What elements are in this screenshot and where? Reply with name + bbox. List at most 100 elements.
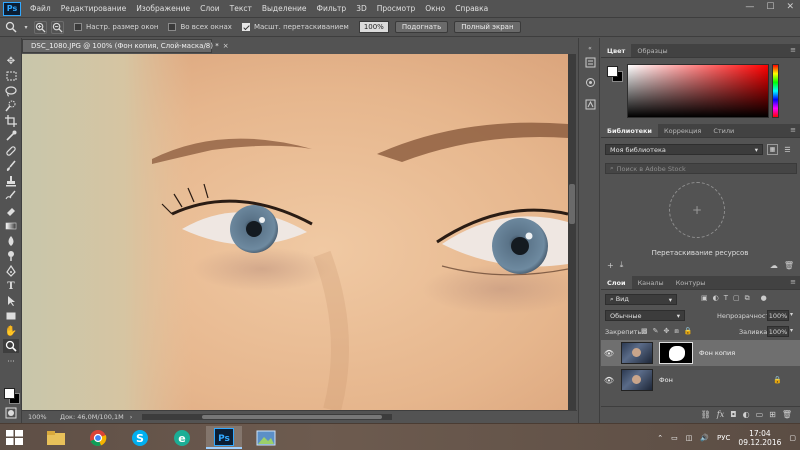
properties-panel-icon[interactable]: [584, 76, 596, 88]
layer-row[interactable]: 👁 Фон копия: [601, 340, 800, 366]
scrollbar-thumb[interactable]: [569, 184, 575, 224]
filter-toggle-icon[interactable]: ●: [761, 294, 767, 303]
checkbox-box-checked[interactable]: [241, 23, 250, 31]
photoshop-taskbar-icon[interactable]: Ps: [206, 426, 242, 449]
scrollbar-thumb[interactable]: [202, 414, 383, 419]
tab-libraries[interactable]: Библиотеки: [601, 124, 658, 137]
pixel-filter-icon[interactable]: ▣: [701, 294, 708, 303]
pen-tool-icon[interactable]: [3, 264, 19, 278]
language-indicator[interactable]: РУС: [717, 434, 730, 442]
layer-name[interactable]: Фон: [659, 376, 673, 384]
fit-screen-button[interactable]: Подогнать: [394, 21, 449, 33]
document-tab[interactable]: DSC_1080.JPG @ 100% (Фон копия, Слой-мас…: [22, 39, 229, 53]
zoom-in-icon[interactable]: [34, 20, 47, 34]
library-drop-zone[interactable]: +: [669, 182, 725, 238]
layer-thumbnail[interactable]: [621, 342, 653, 364]
link-layers-icon[interactable]: ⛓: [701, 410, 711, 419]
cloud-sync-icon[interactable]: ☁: [770, 261, 778, 270]
tab-layers[interactable]: Слои: [601, 276, 632, 289]
lock-image-icon[interactable]: ✎: [653, 327, 659, 336]
smart-object-filter-icon[interactable]: ⧉: [745, 294, 750, 303]
type-filter-icon[interactable]: T: [724, 294, 728, 303]
chevron-up-icon[interactable]: ⌃: [657, 434, 663, 442]
layer-thumbnail[interactable]: [621, 369, 653, 391]
chevron-down-icon[interactable]: ▾: [790, 327, 793, 334]
move-tool-icon[interactable]: ✥: [3, 54, 19, 68]
eye-icon[interactable]: 👁: [601, 376, 617, 385]
menu-edit[interactable]: Редактирование: [56, 4, 131, 13]
zoom-out-icon[interactable]: [51, 20, 64, 34]
path-selection-tool-icon[interactable]: [3, 294, 19, 308]
opacity-field[interactable]: 100%: [767, 310, 789, 321]
foreground-color-swatch[interactable]: [4, 388, 15, 399]
menu-file[interactable]: Файл: [25, 4, 56, 13]
character-panel-icon[interactable]: [584, 98, 596, 110]
marquee-tool-icon[interactable]: [3, 69, 19, 83]
delete-layer-icon[interactable]: 🗑: [782, 410, 792, 419]
chrome-icon[interactable]: [80, 426, 116, 449]
add-asset-icon[interactable]: +: [607, 261, 614, 270]
status-menu-arrow[interactable]: ›: [124, 413, 133, 421]
panel-menu-icon[interactable]: ≡: [790, 278, 796, 286]
status-zoom[interactable]: 100%: [22, 413, 52, 421]
file-explorer-icon[interactable]: [38, 426, 74, 449]
edge-icon[interactable]: e: [164, 426, 200, 449]
menu-image[interactable]: Изображение: [131, 4, 195, 13]
layer-style-icon[interactable]: fx: [717, 410, 724, 419]
adjustment-layer-icon[interactable]: ◐: [743, 410, 750, 419]
lock-artboard-icon[interactable]: ⧈: [674, 327, 678, 336]
menu-window[interactable]: Окно: [420, 4, 450, 13]
lasso-tool-icon[interactable]: [3, 84, 19, 98]
layer-name[interactable]: Фон копия: [699, 349, 735, 357]
tab-color[interactable]: Цвет: [601, 44, 632, 57]
new-layer-icon[interactable]: ⊞: [769, 410, 776, 419]
shape-filter-icon[interactable]: ▢: [733, 294, 740, 303]
eraser-tool-icon[interactable]: [3, 204, 19, 218]
document-canvas[interactable]: [22, 54, 568, 410]
checkbox-box[interactable]: [168, 23, 177, 31]
eyedropper-tool-icon[interactable]: [3, 129, 19, 143]
clone-stamp-tool-icon[interactable]: [3, 174, 19, 188]
tab-channels[interactable]: Каналы: [632, 276, 670, 289]
gradient-tool-icon[interactable]: [3, 219, 19, 233]
menu-help[interactable]: Справка: [450, 4, 493, 13]
add-mask-icon[interactable]: ◘: [730, 410, 736, 419]
windows-start-icon[interactable]: [6, 430, 23, 445]
zoom-tool-preset-icon[interactable]: [4, 20, 18, 34]
resize-windows-checkbox[interactable]: Настр. размер окон: [74, 23, 158, 31]
minimize-button[interactable]: —: [745, 2, 754, 12]
menu-type[interactable]: Текст: [225, 4, 257, 13]
quick-selection-tool-icon[interactable]: [3, 99, 19, 113]
fill-field[interactable]: 100%: [767, 326, 789, 337]
maximize-button[interactable]: ☐: [766, 2, 774, 12]
chevron-down-icon[interactable]: ▾: [22, 20, 30, 34]
all-windows-checkbox[interactable]: Во всех окнах: [168, 23, 232, 31]
network-icon[interactable]: ◫: [686, 434, 693, 442]
color-foreground-swatch[interactable]: [607, 66, 618, 77]
menu-select[interactable]: Выделение: [257, 4, 312, 13]
chevron-down-icon[interactable]: ▾: [790, 311, 793, 318]
menu-3d[interactable]: 3D: [351, 4, 372, 13]
lock-position-icon[interactable]: ✥: [664, 327, 670, 336]
fullscreen-button[interactable]: Полный экран: [454, 21, 521, 33]
stock-search-input[interactable]: ⌕ Поиск в Adobe Stock: [605, 163, 797, 174]
color-spectrum[interactable]: [627, 64, 769, 118]
tab-adjustments[interactable]: Коррекция: [658, 124, 707, 137]
horizontal-scrollbar[interactable]: [142, 413, 393, 420]
list-view-icon[interactable]: ☰: [782, 144, 793, 155]
rectangle-tool-icon[interactable]: [3, 309, 19, 323]
type-tool-icon[interactable]: T: [3, 279, 19, 293]
volume-icon[interactable]: 🔊: [700, 434, 709, 442]
library-select[interactable]: Моя библиотека ▾: [605, 144, 763, 155]
crop-tool-icon[interactable]: [3, 114, 19, 128]
quick-mask-icon[interactable]: [3, 406, 19, 420]
lock-transparent-icon[interactable]: ▩: [641, 327, 648, 336]
layer-mask-thumbnail[interactable]: [659, 342, 693, 364]
new-group-icon[interactable]: ▭: [756, 410, 764, 419]
photos-icon[interactable]: [248, 426, 284, 449]
adjustment-filter-icon[interactable]: ◐: [713, 294, 719, 303]
lock-all-icon[interactable]: 🔒: [684, 327, 693, 336]
edit-toolbar-icon[interactable]: ···: [3, 354, 19, 368]
trash-icon[interactable]: 🗑: [784, 261, 794, 270]
menu-view[interactable]: Просмотр: [372, 4, 421, 13]
